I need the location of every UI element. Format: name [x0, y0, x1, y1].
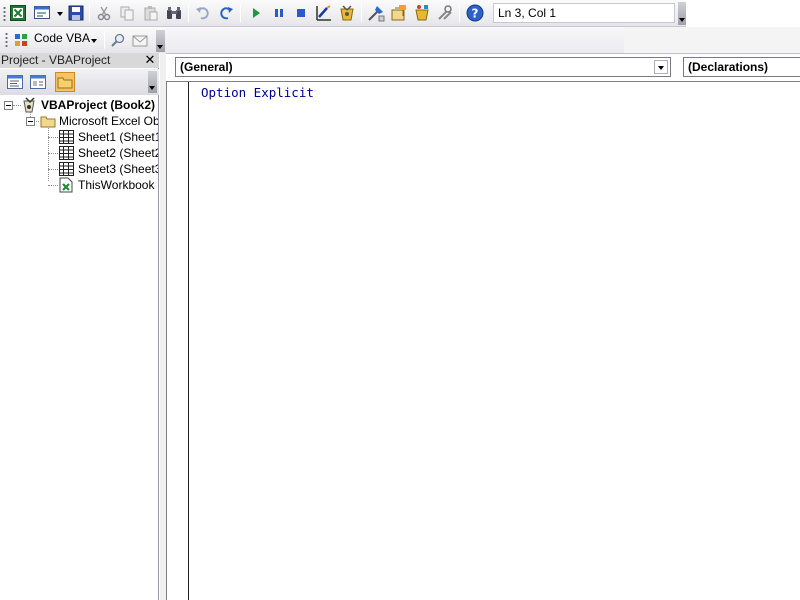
project-explorer-icon[interactable] [338, 4, 356, 22]
search-icon[interactable] [109, 31, 127, 49]
project-explorer-toolbar [0, 69, 159, 95]
toolbox-icon[interactable] [413, 4, 431, 22]
code-line[interactable]: Option Explicit [201, 85, 314, 100]
code-vba-logo-icon [13, 31, 29, 49]
run-icon[interactable] [247, 4, 265, 22]
tree-item[interactable]: Sheet3 (Sheet3) [0, 161, 158, 177]
insert-userform-icon[interactable] [33, 4, 53, 22]
properties-icon[interactable] [367, 4, 385, 22]
copy-icon[interactable] [118, 4, 136, 22]
toolbar-separator [89, 4, 90, 22]
toolbar-options-button[interactable] [678, 2, 686, 25]
code-vba-menu[interactable]: Code VBA [34, 31, 90, 45]
close-icon[interactable]: ✕ [143, 54, 157, 67]
design-mode-icon[interactable] [315, 4, 333, 22]
paste-icon[interactable] [142, 4, 160, 22]
tree-node-folder[interactable]: Microsoft Excel Obje [0, 113, 158, 129]
collapse-icon[interactable] [26, 117, 35, 126]
code-margin-indicator-bar[interactable] [167, 82, 189, 600]
toolbar-grip[interactable] [3, 6, 6, 22]
tree-root-label: VBAProject (Book2) [41, 98, 156, 112]
panel-splitter[interactable] [159, 53, 166, 600]
procedure-combo-value: (Declarations) [688, 60, 769, 74]
code-vba-toolbar [0, 27, 800, 53]
help-icon[interactable]: ? [466, 4, 484, 22]
object-combo[interactable]: (General) [175, 57, 671, 77]
standard-toolbar: ? Ln 3, Col 1 [0, 0, 800, 27]
code-window-header: (General) (Declarations) [166, 53, 800, 81]
toolbar-separator [188, 4, 189, 22]
toolbar-options-button[interactable] [156, 30, 165, 52]
cursor-position-display: Ln 3, Col 1 [493, 3, 675, 23]
tree-item-label: Sheet2 (Sheet2) [78, 146, 158, 160]
view-code-icon[interactable] [5, 72, 25, 92]
tree-item[interactable]: Sheet1 (Sheet1) [0, 129, 158, 145]
excel-view-icon[interactable] [9, 4, 27, 22]
toolbar-separator [104, 31, 105, 49]
tree-item[interactable]: ThisWorkbook [0, 177, 158, 193]
chevron-down-icon[interactable] [91, 39, 97, 43]
save-icon[interactable] [67, 4, 85, 22]
chevron-down-icon[interactable] [654, 60, 668, 74]
break-icon[interactable] [270, 4, 288, 22]
tree-node-root[interactable]: VBAProject (Book2) [0, 97, 158, 113]
cut-icon[interactable] [95, 4, 113, 22]
toolbar-separator [361, 4, 362, 22]
tree-folder-label: Microsoft Excel Obje [59, 114, 158, 128]
tree-item-label: Sheet3 (Sheet3) [78, 162, 158, 176]
tree-item[interactable]: Sheet2 (Sheet2) [0, 145, 158, 161]
toolbar-options-button[interactable] [148, 71, 157, 93]
object-combo-value: (General) [180, 60, 233, 74]
toolbar-grip[interactable] [5, 32, 8, 48]
tools-icon[interactable] [436, 4, 454, 22]
insert-dropdown-arrow-icon[interactable] [57, 12, 63, 16]
undo-icon[interactable] [194, 4, 212, 22]
object-browser-icon[interactable] [390, 4, 408, 22]
workbook-icon [59, 177, 73, 197]
toolbar-separator [240, 4, 241, 22]
code-editor[interactable]: Option Explicit [166, 81, 800, 600]
toolbar-empty-area [166, 27, 624, 53]
svg-text:?: ? [472, 7, 479, 21]
procedure-combo[interactable]: (Declarations) [683, 57, 800, 77]
toggle-folders-icon[interactable] [55, 72, 75, 92]
project-explorer-title: Project - VBAProject [0, 53, 159, 68]
find-icon[interactable] [165, 4, 183, 22]
redo-icon[interactable] [217, 4, 235, 22]
envelope-icon[interactable] [131, 31, 149, 49]
project-tree: VBAProject (Book2) Microsoft Excel Obje … [0, 97, 158, 597]
view-object-icon[interactable] [28, 72, 48, 92]
tree-item-label: ThisWorkbook [78, 178, 155, 192]
collapse-icon[interactable] [4, 101, 13, 110]
reset-icon[interactable] [292, 4, 310, 22]
toolbar-separator [459, 4, 460, 22]
project-explorer-panel: Project - VBAProject ✕ VBAProject (Book2… [0, 53, 159, 600]
tree-item-label: Sheet1 (Sheet1) [78, 130, 158, 144]
